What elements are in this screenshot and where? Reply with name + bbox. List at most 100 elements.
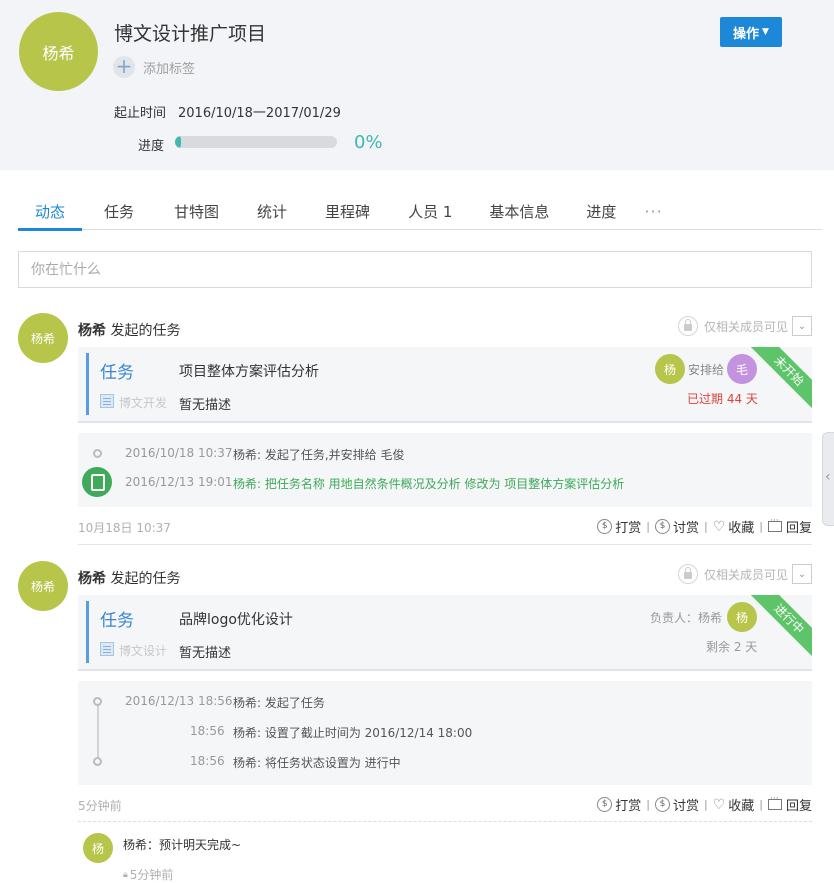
chevron-down-icon[interactable]: ⌄ bbox=[792, 316, 812, 336]
add-tag-button[interactable]: + 添加标签 bbox=[113, 56, 195, 78]
log-time: 2016/12/13 18:56 bbox=[125, 694, 233, 708]
log-text: 杨希: 将任务状态设置为 进行中 bbox=[233, 756, 401, 770]
feed-heading: 杨希 发起的任务 bbox=[78, 320, 180, 340]
coin-icon: $ bbox=[597, 797, 613, 812]
feed-item: 杨希 杨希 发起的任务 仅相关成员可见 ⌄ 任务 项目整体方案评估分析 博文开发… bbox=[18, 313, 812, 545]
project-owner-avatar[interactable]: 杨希 bbox=[19, 12, 98, 91]
heart-icon: ♡ bbox=[712, 518, 726, 535]
feed-timestamp: 5分钟前 bbox=[78, 799, 122, 813]
tab-bar: 动态 任务 甘特图 统计 里程碑 人员 1 基本信息 进度 ··· bbox=[18, 192, 822, 231]
task-description: 暂无描述 bbox=[179, 398, 232, 413]
log-time: 2016/10/18 10:37 bbox=[125, 446, 233, 460]
divider bbox=[78, 544, 812, 545]
chevron-down-icon[interactable]: ⌄ bbox=[792, 564, 812, 584]
owner-label: 负责人：杨希 bbox=[650, 611, 723, 625]
author-name[interactable]: 杨希 bbox=[78, 323, 106, 339]
feed-action: 发起的任务 bbox=[110, 323, 181, 339]
author-name[interactable]: 杨希 bbox=[78, 571, 106, 587]
reply-icon bbox=[767, 516, 782, 532]
status-ribbon: 未开始 bbox=[750, 347, 812, 410]
operations-button[interactable]: 操作 ▼ bbox=[720, 17, 782, 47]
project-header: 杨希 博文设计推广项目 + 添加标签 操作 ▼ 起止时间 2016/10/18一… bbox=[0, 0, 834, 170]
tip-button[interactable]: $ 打赏 bbox=[597, 795, 641, 814]
log-row: 18:56 杨希: 设置了截止时间为 2016/12/14 18:00 bbox=[78, 721, 812, 741]
operations-label: 操作 bbox=[733, 26, 760, 42]
tab-milestones[interactable]: 里程碑 bbox=[325, 192, 370, 230]
caret-down-icon: ▼ bbox=[762, 27, 769, 37]
task-log: 2016/10/18 10:37 杨希: 发起了任务,并安排给 毛俊 2016/… bbox=[78, 433, 812, 507]
side-panel-toggle[interactable] bbox=[822, 432, 834, 526]
tab-tasks[interactable]: 任务 bbox=[104, 192, 134, 230]
tip-button[interactable]: $ 打赏 bbox=[597, 517, 641, 536]
lock-icon bbox=[677, 316, 698, 336]
favorite-button[interactable]: ♡ 收藏 bbox=[712, 795, 755, 815]
feed-item: 杨希 杨希 发起的任务 仅相关成员可见 ⌄ 任务 品牌logo优化设计 博文设计… bbox=[18, 561, 812, 882]
tab-activity[interactable]: 动态 bbox=[18, 192, 82, 231]
favorite-button[interactable]: ♡ 收藏 bbox=[712, 517, 755, 537]
log-text: 杨希: 把任务名称 用地自然条件概况及分析 修改为 项目整体方案评估分析 bbox=[233, 477, 625, 491]
tab-gantt[interactable]: 甘特图 bbox=[174, 192, 219, 230]
task-title[interactable]: 品牌logo优化设计 bbox=[179, 609, 293, 629]
tab-more-icon[interactable]: ··· bbox=[644, 192, 662, 230]
task-card[interactable]: 任务 品牌logo优化设计 博文设计 暂无描述 负责人：杨希 杨 剩余 2 天 … bbox=[78, 595, 812, 671]
author-avatar[interactable]: 杨希 bbox=[18, 561, 68, 611]
reply-button[interactable]: 回复 bbox=[767, 516, 812, 536]
task-title[interactable]: 项目整体方案评估分析 bbox=[179, 361, 319, 381]
log-time: 18:56 bbox=[190, 754, 225, 768]
progress-bar bbox=[175, 136, 337, 148]
status-ribbon: 进行中 bbox=[750, 595, 812, 658]
list-icon bbox=[100, 394, 114, 408]
comment-avatar[interactable]: 杨 bbox=[83, 833, 113, 863]
task-type: 任务 bbox=[100, 611, 134, 631]
visibility-label: 仅相关成员可见 bbox=[703, 567, 788, 582]
comment-text: 杨希：预计明天完成~ bbox=[123, 838, 242, 852]
list-icon bbox=[100, 642, 114, 656]
tab-progress[interactable]: 进度 bbox=[586, 192, 616, 230]
log-row: 2016/12/13 19:01 杨希: 把任务名称 用地自然条件概况及分析 修… bbox=[78, 467, 812, 497]
visibility-indicator: 仅相关成员可见 ⌄ bbox=[677, 564, 812, 584]
reply-button[interactable]: 回复 bbox=[767, 794, 812, 814]
log-text: 杨希: 发起了任务 bbox=[233, 696, 325, 710]
visibility-indicator: 仅相关成员可见 ⌄ bbox=[677, 316, 812, 336]
period-value: 2016/10/18一2017/01/29 bbox=[178, 106, 341, 121]
coin-icon: $ bbox=[597, 519, 613, 534]
owner-avatar[interactable]: 杨 bbox=[727, 602, 757, 632]
assignee-avatar[interactable]: 毛 bbox=[727, 354, 757, 384]
lock-icon bbox=[677, 564, 698, 584]
due-status: 已过期 44 天 bbox=[687, 392, 758, 406]
task-project: 博文设计 bbox=[119, 644, 168, 658]
feed-timestamp: 10月18日 10:37 bbox=[78, 521, 171, 535]
task-card[interactable]: 任务 项目整体方案评估分析 博文开发 暂无描述 杨 安排给 毛 已过期 44 天… bbox=[78, 347, 812, 423]
add-tag-label: 添加标签 bbox=[143, 61, 196, 77]
timeline-dot-icon bbox=[93, 697, 102, 706]
tab-members[interactable]: 人员 1 bbox=[408, 192, 452, 230]
author-avatar[interactable]: 杨希 bbox=[18, 313, 68, 363]
tab-basic-info[interactable]: 基本信息 bbox=[489, 192, 549, 230]
reply-icon bbox=[767, 794, 782, 810]
log-row: 2016/10/18 10:37 杨希: 发起了任务,并安排给 毛俊 bbox=[78, 443, 812, 463]
log-text: 杨希: 设置了截止时间为 2016/12/14 18:00 bbox=[233, 726, 473, 740]
divider bbox=[78, 821, 812, 822]
feed-actions: $打赏 | $讨赏 | ♡收藏 | 回复 bbox=[597, 794, 812, 815]
status-input[interactable] bbox=[18, 251, 812, 288]
edit-document-icon bbox=[82, 467, 112, 497]
timeline-dot-icon bbox=[93, 449, 102, 458]
progress-value: 0% bbox=[354, 132, 383, 153]
visibility-label: 仅相关成员可见 bbox=[703, 319, 788, 334]
task-project: 博文开发 bbox=[119, 396, 168, 410]
log-time: 18:56 bbox=[190, 724, 225, 738]
heart-icon: ♡ bbox=[712, 796, 726, 813]
tab-stats[interactable]: 统计 bbox=[257, 192, 287, 230]
log-row: 2016/12/13 18:56 杨希: 发起了任务 bbox=[78, 691, 812, 711]
coin-icon: $ bbox=[654, 797, 670, 812]
plus-icon: + bbox=[113, 56, 135, 78]
request-tip-button[interactable]: $ 讨赏 bbox=[654, 795, 699, 814]
project-title: 博文设计推广项目 bbox=[114, 23, 267, 45]
comment-time: 🔒︎ 5分钟前 bbox=[123, 868, 174, 882]
progress-label: 进度 bbox=[138, 139, 165, 154]
task-type: 任务 bbox=[100, 363, 134, 383]
assigner-avatar[interactable]: 杨 bbox=[655, 354, 685, 384]
assign-text: 安排给 bbox=[688, 363, 725, 377]
coin-icon: $ bbox=[654, 519, 670, 534]
request-tip-button[interactable]: $ 讨赏 bbox=[654, 517, 699, 536]
